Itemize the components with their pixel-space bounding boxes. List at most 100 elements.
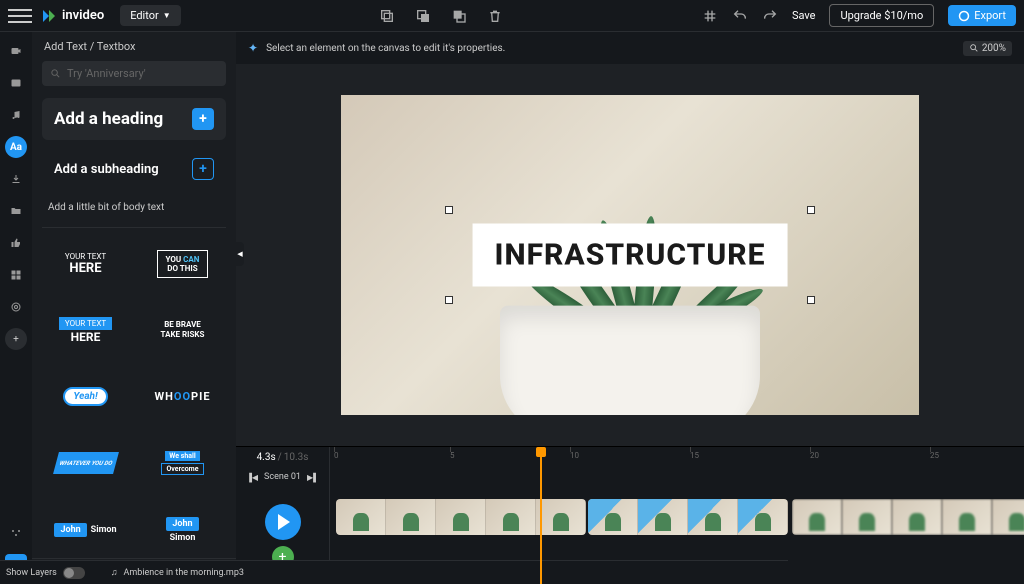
add-body-text-button[interactable]: Add a little bit of body text [32, 194, 236, 227]
thumb [336, 499, 386, 535]
rail-settings-icon[interactable] [5, 522, 27, 544]
layer-back-icon[interactable] [415, 8, 431, 24]
rail-download-icon[interactable] [5, 168, 27, 190]
text-template[interactable]: We shall Overcome [139, 435, 226, 491]
zoom-control[interactable]: 200% [963, 41, 1012, 56]
tpl-line: CAN [183, 255, 199, 264]
rail-folder-icon[interactable] [5, 200, 27, 222]
tpl-line: YOUR TEXT [59, 317, 112, 330]
undo-icon[interactable] [732, 8, 748, 24]
ruler-tick: 15 [690, 451, 699, 460]
hamburger-menu[interactable] [8, 4, 32, 28]
ruler-tick: 25 [930, 451, 939, 460]
thumb [588, 499, 638, 535]
text-template[interactable]: JohnSimon [42, 502, 129, 558]
rail-audio-icon[interactable] [5, 296, 27, 318]
thumb [738, 499, 788, 535]
ruler-tick: 10 [570, 451, 579, 460]
thumb [892, 499, 942, 535]
tpl-line: Yeah! [63, 387, 107, 406]
text-template[interactable]: WHOOPIE [139, 369, 226, 425]
upgrade-button[interactable]: Upgrade $10/mo [829, 4, 934, 27]
layer-front-icon[interactable] [451, 8, 467, 24]
time-total: 10.3s [284, 452, 309, 463]
rail-add-icon[interactable]: + [5, 328, 27, 350]
canvas-hint: Select an element on the canvas to edit … [266, 43, 505, 54]
export-button[interactable]: Export [948, 5, 1016, 26]
text-template[interactable]: BE BRAVETAKE RISKS [139, 302, 226, 358]
tpl-line: OO [174, 390, 191, 403]
thumb [992, 499, 1024, 535]
play-button[interactable] [265, 504, 301, 540]
heading-label: Add a heading [54, 109, 163, 129]
tpl-line: Overcome [161, 463, 203, 475]
rail-video-icon[interactable] [5, 40, 27, 62]
rail-thumbsup-icon[interactable] [5, 232, 27, 254]
resize-handle[interactable] [807, 206, 815, 214]
timeline-time: 4.3s / 10.3s [236, 447, 329, 467]
text-template[interactable]: YOUR TEXTHERE [42, 236, 129, 292]
rail-image-icon[interactable] [5, 72, 27, 94]
ruler-tick: 5 [450, 451, 455, 460]
resize-handle[interactable] [445, 206, 453, 214]
thumb [436, 499, 486, 535]
tpl-line: We shall [165, 451, 200, 461]
prev-scene-button[interactable]: ▐◀ [246, 473, 258, 482]
breadcrumb: Add Text / Textbox [32, 32, 236, 61]
canvas-text-element[interactable]: INFRASTRUCTURE [473, 224, 788, 287]
logo[interactable]: invideo [40, 7, 104, 25]
text-template[interactable]: YOUR TEXTHERE [42, 302, 129, 358]
editor-label: Editor [130, 9, 159, 22]
plus-icon: + [192, 158, 214, 180]
logo-text: invideo [62, 8, 104, 23]
playhead[interactable] [540, 447, 542, 584]
export-label: Export [974, 9, 1006, 22]
subheading-label: Add a subheading [54, 162, 159, 177]
text-template[interactable]: WHATEVER YOU DO [42, 435, 129, 491]
tpl-line: TAKE RISKS [161, 330, 205, 340]
save-button[interactable]: Save [792, 9, 816, 22]
timeline-ruler: 0 5 10 15 20 25 [330, 447, 1024, 467]
next-scene-button[interactable]: ▶▌ [307, 473, 319, 482]
rail-text-icon[interactable]: Aa [5, 136, 27, 158]
thumb [792, 499, 842, 535]
redo-icon[interactable] [762, 8, 778, 24]
thumb [486, 499, 536, 535]
grid-icon[interactable] [702, 8, 718, 24]
collapse-panel-button[interactable]: ◀ [236, 242, 244, 266]
clip-thumbnails[interactable] [336, 499, 586, 535]
add-heading-button[interactable]: Add a heading + [42, 98, 226, 140]
tpl-box: YOU CAN DO THIS [157, 250, 209, 278]
add-subheading-button[interactable]: Add a subheading + [42, 148, 226, 190]
resize-handle[interactable] [807, 296, 815, 304]
tpl-line: YOU [166, 255, 184, 264]
tpl-line: John [54, 523, 86, 537]
text-template[interactable]: JohnSimon [139, 502, 226, 558]
divider [42, 227, 226, 228]
tpl-line: Simon [170, 533, 196, 543]
video-canvas[interactable]: INFRASTRUCTURE [341, 95, 919, 415]
trash-icon[interactable] [487, 8, 503, 24]
zoom-icon [969, 43, 979, 53]
text-template[interactable]: Yeah! [42, 369, 129, 425]
thumb [536, 499, 586, 535]
show-layers-toggle[interactable] [63, 567, 85, 579]
text-template[interactable]: YOU CAN DO THIS [139, 236, 226, 292]
tpl-line: HERE [71, 330, 101, 344]
rail-grid-icon[interactable] [5, 264, 27, 286]
scene-label: Scene 01 [264, 472, 301, 482]
tpl-line: WHATEVER YOU DO [53, 452, 119, 474]
thumb [386, 499, 436, 535]
search-input[interactable]: Try 'Anniversary' [42, 61, 226, 86]
copy-icon[interactable] [379, 8, 395, 24]
spark-icon: ✦ [248, 41, 258, 55]
rail-music-icon[interactable] [5, 104, 27, 126]
chevron-down-icon: ▼ [163, 11, 171, 20]
resize-handle[interactable] [445, 296, 453, 304]
tpl-line: YOUR TEXT [65, 252, 106, 261]
editor-dropdown[interactable]: Editor ▼ [120, 5, 180, 26]
clip-thumbnails[interactable] [588, 499, 788, 535]
clip-thumbnails[interactable] [792, 499, 1024, 535]
timeline-track[interactable]: 0 5 10 15 20 25 [330, 447, 1024, 584]
tpl-line: DO THIS [167, 264, 197, 273]
